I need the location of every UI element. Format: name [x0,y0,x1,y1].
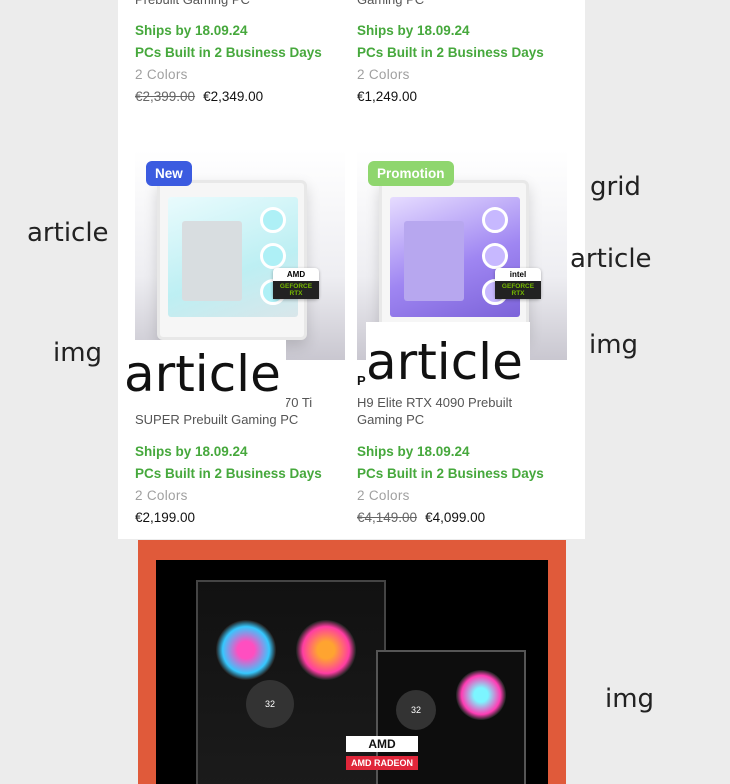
ship-date: Ships by 18.09.24 [357,23,470,38]
pc-case-image [157,180,307,340]
product-name-line-2: Gaming PC [357,412,425,427]
cooler-display: 32 [246,680,294,728]
ship-date: Ships by 18.09.24 [135,23,248,38]
price: €1,249.00 [357,89,417,104]
gpu-brand-badge: AMD GEFORCE RTX [273,268,319,299]
article-annotation: article [27,218,109,248]
build-time: PCs Built in 2 Business Days [135,45,322,60]
current-price: €4,099.00 [425,510,486,525]
banner-photo: 32 32 AMD AMD RADEON [156,560,548,784]
product-image[interactable]: AMD GEFORCE RTX New [135,150,345,360]
product-grid: Prebuilt Gaming PC Ships by 18.09.24 PCs… [118,0,585,539]
build-time: PCs Built in 2 Business Days [357,45,544,60]
gpu-brand-badge: intel GEFORCE RTX [495,268,541,299]
ship-date: Ships by 18.09.24 [135,444,248,459]
promotion-badge: Promotion [368,161,454,186]
intel-logo: intel [509,270,527,279]
product-name[interactable]: Gaming PC [357,0,567,8]
article-overlay-label: article [366,322,530,391]
color-count: 2 Colors [357,67,410,82]
grid-annotation: grid [590,172,641,202]
article-annotation: article [570,244,652,274]
build-time: PCs Built in 2 Business Days [135,466,322,481]
article-overlay-label: article [120,340,286,408]
amd-logo: AMD [346,736,418,752]
product-name-line-1: H9 Elite RTX 4090 Prebuilt [357,395,513,410]
color-count: 2 Colors [135,488,188,503]
promo-banner-image[interactable]: 32 32 AMD AMD RADEON [138,540,566,784]
product-card-2[interactable]: Gaming PC Ships by 18.09.24 PCs Built in… [357,0,567,110]
current-price: €2,199.00 [135,510,196,525]
ship-date: Ships by 18.09.24 [357,444,470,459]
build-time: PCs Built in 2 Business Days [357,466,544,481]
img-annotation: img [589,330,639,360]
img-annotation: img [605,684,655,714]
amd-logo: AMD [286,270,306,279]
geforce-logo: GEFORCE RTX [495,281,541,299]
price: €4,149.00 €4,099.00 [357,510,485,525]
price: €2,199.00 [135,510,195,525]
price: €2,399.00 €2,349.00 [135,89,263,104]
geforce-logo: GEFORCE RTX [273,281,319,299]
cooler-display: 32 [396,690,436,730]
product-card-1[interactable]: Prebuilt Gaming PC Ships by 18.09.24 PCs… [135,0,345,110]
product-name-line-2: SUPER Prebuilt Gaming PC [135,412,299,427]
current-price: €2,349.00 [203,89,264,104]
old-price: €2,399.00 [135,89,196,104]
color-count: 2 Colors [357,488,410,503]
product-name[interactable]: Prebuilt Gaming PC [135,0,345,8]
product-name[interactable]: H9 Elite RTX 4090 Prebuilt Gaming PC [357,394,567,428]
new-badge: New [146,161,192,186]
img-annotation: img [53,338,103,368]
current-price: €1,249.00 [357,89,418,104]
color-count: 2 Colors [135,67,188,82]
pc-case-image [379,180,529,340]
amd-radeon-logo: AMD RADEON [346,756,418,770]
old-price: €4,149.00 [357,510,418,525]
